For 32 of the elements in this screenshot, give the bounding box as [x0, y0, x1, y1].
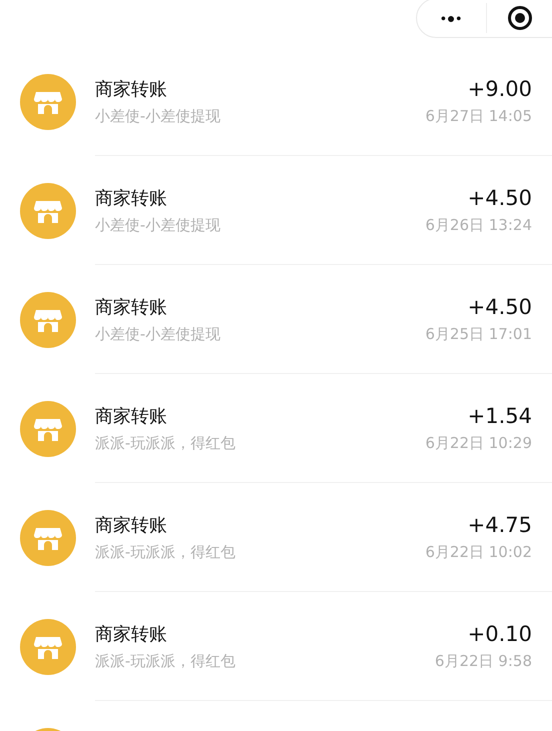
transaction-amount: +4.50 [468, 186, 532, 210]
transaction-amount: +4.50 [468, 294, 532, 318]
transaction-time: 6月25日 17:01 [425, 324, 532, 344]
transaction-amount: +1.54 [468, 404, 532, 428]
transaction-title: 商家转账 [95, 186, 168, 210]
transaction-source: 小差使-小差使提现 [95, 324, 222, 344]
store-icon [20, 510, 76, 566]
transaction-time: 6月22日 10:02 [425, 542, 532, 562]
store-icon [20, 618, 76, 674]
transaction-title: 商家转账 [95, 404, 168, 428]
transaction-title: 商家转账 [95, 78, 168, 100]
transaction-source: 派派-玩派派，得红包 [95, 434, 236, 452]
transaction-amount: +9.00 [468, 76, 532, 100]
store-icon [20, 400, 76, 456]
transaction-time: 6月26日 13:24 [425, 216, 532, 234]
transaction-source: 小差使-小差使提现 [95, 216, 222, 234]
transaction-amount: +0.10 [468, 622, 532, 646]
transaction-time: 6月22日 9:58 [434, 652, 532, 670]
transaction-title: 商家转账 [95, 296, 168, 318]
more-button[interactable]: •●• [417, 3, 487, 33]
store-icon [20, 74, 76, 130]
store-icon [20, 292, 76, 348]
transaction-source: 派派-玩派派，得红包 [95, 542, 236, 562]
transaction-title: 商家转账 [95, 622, 168, 646]
close-button[interactable] [507, 5, 533, 31]
transaction-source: 派派-玩派派，得红包 [95, 652, 236, 670]
transaction-time: 6月27日 14:05 [425, 106, 532, 126]
transaction-time: 6月22日 10:29 [425, 434, 532, 452]
transaction-source: 小差使-小差使提现 [95, 106, 222, 126]
transaction-amount: +4.75 [468, 512, 532, 536]
transaction-title: 商家转账 [95, 514, 168, 536]
store-icon [20, 182, 76, 238]
